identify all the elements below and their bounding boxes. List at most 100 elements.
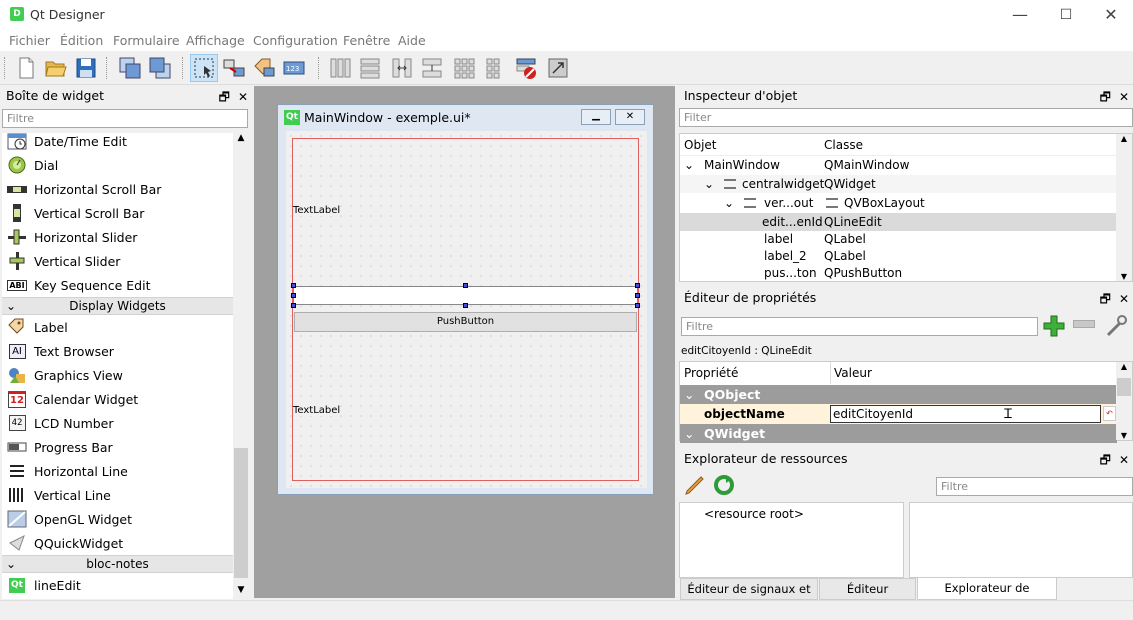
float-icon[interactable]: 🗗 (1100, 292, 1111, 306)
selection-handle[interactable] (463, 283, 468, 288)
form-canvas[interactable]: TextLabel PushButton TextLabel (286, 131, 647, 488)
widget-item-dial[interactable]: Dial (2, 153, 233, 177)
menu-edition[interactable]: Édition (60, 33, 103, 48)
layout-form-icon[interactable] (480, 54, 508, 82)
selection-handle[interactable] (291, 303, 296, 308)
break-layout-icon[interactable] (512, 54, 540, 82)
float-icon[interactable]: 🗗 (219, 90, 230, 104)
tree-row[interactable]: label QLabel (680, 230, 1116, 248)
category-display-widgets[interactable]: ⌄ Display Widgets (2, 297, 233, 315)
layout-grid-icon[interactable] (450, 54, 478, 82)
widget-item-hscrollbar[interactable]: Horizontal Scroll Bar (2, 177, 233, 201)
selection-handle[interactable] (635, 303, 640, 308)
scroll-down-arrow[interactable]: ▼ (233, 585, 249, 599)
text-label-top[interactable]: TextLabel (293, 205, 341, 216)
widget-item-text-browser[interactable]: AI Text Browser (2, 339, 233, 363)
resource-filter[interactable]: Filtre (936, 477, 1133, 496)
widget-item-hline[interactable]: Horizontal Line (2, 459, 233, 483)
scroll-thumb[interactable] (234, 448, 248, 578)
reload-icon[interactable] (712, 473, 736, 497)
menu-formulaire[interactable]: Formulaire (113, 33, 180, 48)
form-minimize-button[interactable]: ▁ (581, 109, 611, 125)
widget-item-calendar[interactable]: 12 Calendar Widget (2, 387, 233, 411)
widget-item-vscrollbar[interactable]: Vertical Scroll Bar (2, 201, 233, 225)
selection-handle[interactable] (463, 303, 468, 308)
tab-signals-slots[interactable]: Éditeur de signaux et slots (680, 578, 818, 616)
category-qobject[interactable]: ⌄ QObject (680, 385, 1117, 404)
widget-item-key-sequence[interactable]: ABI Key Sequence Edit (2, 273, 233, 297)
property-row-objectname[interactable]: objectName editCitoyenId Ꮖ ↶ (680, 404, 1117, 424)
minimize-button[interactable]: — (997, 4, 1043, 26)
tree-row[interactable]: ⌄ centralwidget QWidget (680, 175, 1116, 193)
widget-item-progress-bar[interactable]: Progress Bar (2, 435, 233, 459)
close-icon[interactable]: ✕ (1119, 90, 1129, 104)
layout-vertical-icon[interactable] (356, 54, 384, 82)
new-file-icon[interactable] (12, 54, 40, 82)
widget-item-vline[interactable]: Vertical Line (2, 483, 233, 507)
push-button[interactable]: PushButton (294, 312, 637, 332)
tree-row[interactable]: pus...ton QPushButton (680, 264, 1116, 282)
widget-item-graphics-view[interactable]: Graphics View (2, 363, 233, 387)
widget-item-lcd-number[interactable]: 42 LCD Number (2, 411, 233, 435)
widget-item-vslider[interactable]: Vertical Slider (2, 249, 233, 273)
float-icon[interactable]: 🗗 (1100, 453, 1111, 467)
widget-item-opengl[interactable]: OpenGL Widget (2, 507, 233, 531)
reset-property-icon[interactable]: ↶ (1103, 406, 1116, 421)
layout-vsplitter-icon[interactable] (418, 54, 446, 82)
inspector-filter[interactable]: Filter (679, 108, 1133, 127)
widget-item-hslider[interactable]: Horizontal Slider (2, 225, 233, 249)
edit-buddies-icon[interactable] (250, 54, 278, 82)
send-to-back-icon[interactable] (116, 54, 144, 82)
category-bloc-notes[interactable]: ⌄ bloc-notes (2, 555, 233, 573)
float-icon[interactable]: 🗗 (1100, 90, 1111, 104)
adjust-size-icon[interactable] (544, 54, 572, 82)
edit-signals-icon[interactable] (220, 54, 248, 82)
configure-icon[interactable] (1104, 313, 1130, 339)
tree-row[interactable]: ⌄ ver...out QVBoxLayout (680, 194, 1116, 212)
resource-root[interactable]: <resource root> (704, 505, 804, 523)
close-icon[interactable]: ✕ (238, 90, 248, 104)
text-label-bottom[interactable]: TextLabel (293, 405, 341, 416)
widget-box-scrollbar[interactable]: ▲ ▼ (233, 133, 249, 599)
edit-resources-icon[interactable] (683, 473, 707, 497)
add-property-icon[interactable] (1042, 314, 1068, 338)
tab-action-editor[interactable]: Éditeur d'actions (819, 578, 916, 616)
property-filter[interactable]: Filtre (681, 317, 1038, 336)
layout-hsplitter-icon[interactable] (388, 54, 416, 82)
layout-horizontal-icon[interactable] (326, 54, 354, 82)
edit-widgets-icon[interactable] (190, 54, 218, 82)
selection-handle[interactable] (291, 283, 296, 288)
inspector-scrollbar[interactable]: ▲ ▼ (1116, 134, 1132, 281)
widget-item-qquick[interactable]: QQuickWidget (2, 531, 233, 555)
menu-fenetre[interactable]: Fenêtre (343, 33, 390, 48)
remove-property-icon[interactable] (1073, 320, 1095, 328)
close-icon[interactable]: ✕ (1119, 453, 1129, 467)
selection-handle[interactable] (635, 293, 640, 298)
widget-item-datetime-edit[interactable]: Date/Time Edit (2, 133, 233, 153)
menu-configuration[interactable]: Configuration (253, 33, 338, 48)
close-button[interactable]: ✕ (1088, 4, 1133, 26)
selection-handle[interactable] (635, 283, 640, 288)
widget-item-lineedit[interactable]: Qt lineEdit (2, 573, 233, 597)
tree-row-selected[interactable]: edit...enId QLineEdit (680, 213, 1116, 231)
tab-resource-explorer[interactable]: Explorateur de ressources (917, 578, 1057, 615)
maximize-button[interactable]: ☐ (1043, 4, 1089, 26)
widget-box-filter[interactable]: Filtre (2, 109, 248, 128)
scroll-up-arrow[interactable]: ▲ (233, 133, 249, 147)
save-icon[interactable] (72, 54, 100, 82)
close-icon[interactable]: ✕ (1119, 292, 1129, 306)
tab-order-icon[interactable]: 123 (280, 54, 308, 82)
form-close-button[interactable]: ✕ (615, 109, 645, 125)
form-window[interactable]: Qt MainWindow - exemple.ui* ▁ ✕ TextLabe… (277, 104, 654, 495)
menu-affichage[interactable]: Affichage (186, 33, 245, 48)
category-qwidget[interactable]: ⌄ QWidget (680, 424, 1117, 443)
widget-item-label[interactable]: Label (2, 315, 233, 339)
selection-handle[interactable] (291, 293, 296, 298)
tree-row[interactable]: ⌄ MainWindow QMainWindow (684, 156, 1116, 174)
bring-to-front-icon[interactable] (146, 54, 174, 82)
property-scrollbar[interactable]: ▲ ▼ (1116, 362, 1132, 440)
open-folder-icon[interactable] (42, 54, 70, 82)
vertical-layout[interactable]: TextLabel PushButton TextLabel (291, 138, 640, 481)
objectname-value-input[interactable]: editCitoyenId (830, 405, 1101, 423)
tree-row[interactable]: label_2 QLabel (680, 247, 1116, 265)
